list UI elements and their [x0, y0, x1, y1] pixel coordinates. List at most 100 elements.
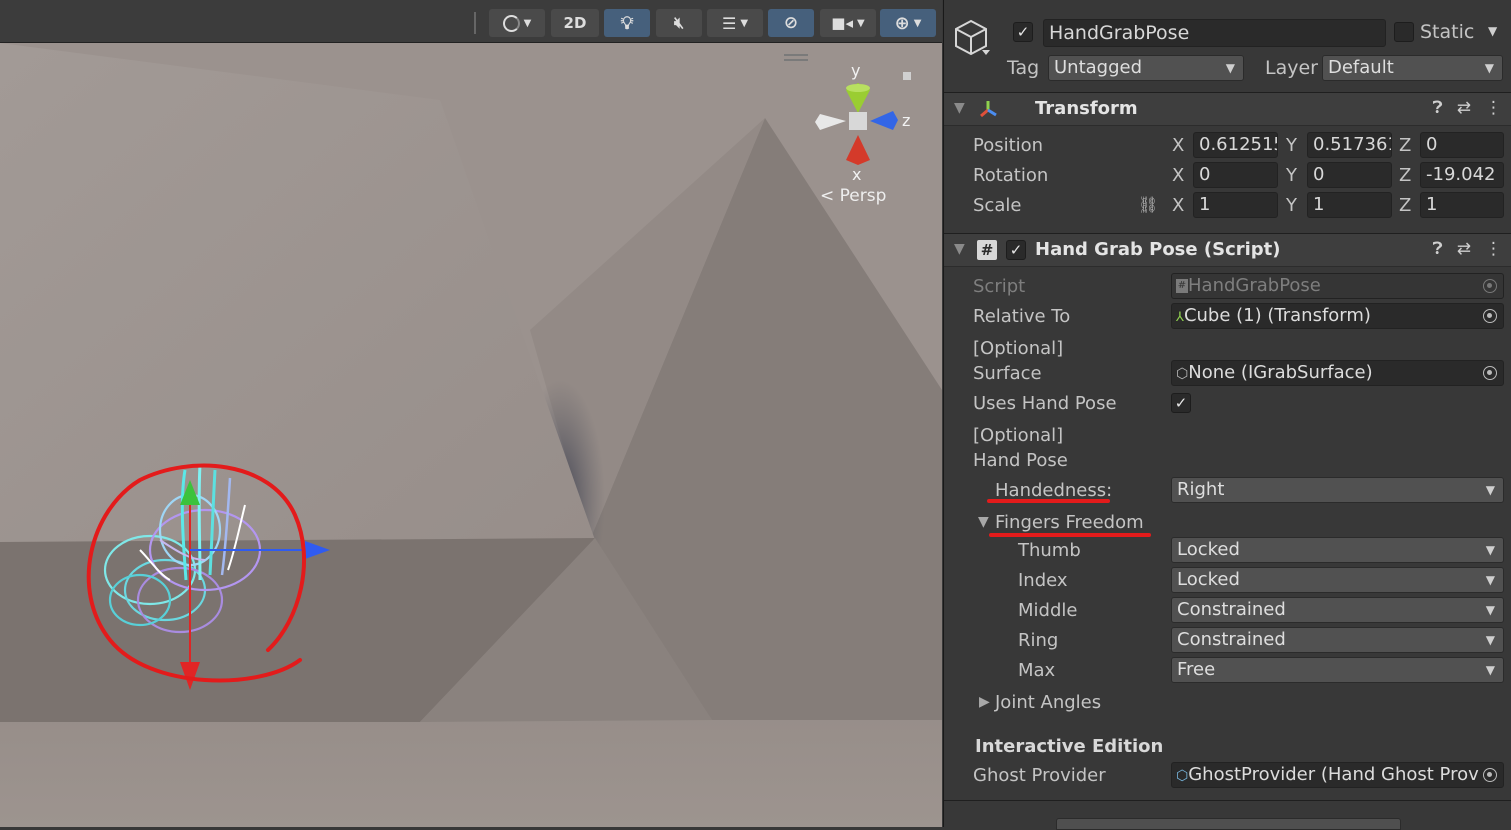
finger-index-label: Index	[1018, 570, 1068, 591]
gizmo-z-label: z	[902, 111, 910, 130]
gizmos-button[interactable]: ⊕ ▼	[880, 9, 936, 37]
static-label: Static	[1420, 21, 1475, 43]
chevron-down-icon: ▼	[1485, 573, 1495, 587]
rotation-z-field[interactable]: -19.042	[1420, 162, 1504, 188]
rotation-y-axis-label[interactable]: Y	[1286, 165, 1297, 186]
lighting-toggle-button[interactable]: 💡︎	[604, 9, 650, 37]
gizmo-center-cube[interactable]	[849, 112, 867, 130]
scene-canvas[interactable]: y z x	[0, 43, 942, 827]
add-component-button[interactable]	[1056, 818, 1401, 830]
help-icon[interactable]: ❓︎	[1433, 98, 1443, 118]
handedness-dropdown[interactable]: Right ▼	[1171, 477, 1504, 503]
perspective-label[interactable]: < Persp	[820, 186, 886, 206]
finger-ring-dropdown[interactable]: Constrained ▼	[1171, 627, 1504, 653]
scale-z-field[interactable]: 1	[1420, 192, 1504, 218]
effects-toggle-button[interactable]: ☰ ▼	[707, 9, 763, 37]
position-x-field[interactable]: 0.612515	[1193, 132, 1278, 158]
ghost-provider-asset-icon: ⬡	[1176, 768, 1189, 784]
scale-y-field[interactable]: 1	[1307, 192, 1392, 218]
fingers-freedom-label[interactable]: Fingers Freedom	[995, 512, 1144, 533]
layer-dropdown-value: Default	[1328, 57, 1394, 78]
finger-max-dropdown[interactable]: Free ▼	[1171, 657, 1504, 683]
joint-angles-fold-arrow-icon[interactable]: ▶	[979, 694, 990, 710]
scene-drag-handle[interactable]	[784, 54, 808, 56]
scale-x-field[interactable]: 1	[1193, 192, 1278, 218]
scale-label: Scale	[973, 195, 1022, 216]
object-picker-icon[interactable]	[1483, 309, 1497, 323]
scale-z-axis-label[interactable]: Z	[1399, 195, 1411, 216]
hand-grab-pose-header[interactable]: ▼ # ✓ Hand Grab Pose (Script) ❓︎ ⇄ ⋮	[944, 233, 1511, 267]
script-enabled-checkbox[interactable]: ✓	[1006, 240, 1026, 260]
optional-hand-pose-label-1: [Optional]	[973, 425, 1064, 446]
fold-arrow-icon[interactable]: ▼	[954, 241, 965, 257]
finger-thumb-label: Thumb	[1018, 540, 1081, 561]
static-checkbox[interactable]	[1394, 22, 1414, 42]
finger-max-value: Free	[1177, 659, 1216, 680]
ghost-provider-field[interactable]: ⬡GhostProvider (Hand Ghost Prov	[1171, 762, 1504, 788]
relative-to-field[interactable]: ⅄Cube (1) (Transform)	[1171, 303, 1504, 329]
rotation-x-axis-label[interactable]: X	[1172, 165, 1184, 186]
presets-icon[interactable]: ⇄	[1457, 239, 1471, 259]
interactive-edition-heading: Interactive Edition	[975, 736, 1164, 757]
gizmo-y-label: y	[851, 61, 860, 80]
position-z-axis-label[interactable]: Z	[1399, 135, 1411, 156]
chevron-down-icon: ▼	[857, 17, 865, 29]
more-options-icon[interactable]: ⋮	[1485, 98, 1502, 118]
interface-cube-icon: ⬡	[1176, 366, 1189, 382]
surface-field[interactable]: ⬡None (IGrabSurface)	[1171, 360, 1504, 386]
static-dropdown-arrow-icon[interactable]: ▼	[1488, 24, 1497, 38]
chevron-down-icon: ▼	[1485, 663, 1495, 677]
2d-toggle-button[interactable]: 2D	[551, 9, 599, 37]
help-icon[interactable]: ❓︎	[1433, 239, 1443, 259]
position-y-axis-label[interactable]: Y	[1286, 135, 1297, 156]
optional-surface-label-1: [Optional]	[973, 338, 1064, 359]
joint-angles-label[interactable]: Joint Angles	[995, 692, 1101, 713]
fingers-freedom-fold-arrow-icon[interactable]: ▼	[978, 514, 989, 530]
more-options-icon[interactable]: ⋮	[1485, 239, 1502, 259]
gameobject-cube-icon[interactable]	[954, 18, 990, 58]
position-z-field[interactable]: 0	[1420, 132, 1504, 158]
layer-dropdown[interactable]: Default ▼	[1322, 55, 1503, 81]
scale-x-axis-label[interactable]: X	[1172, 195, 1184, 216]
object-active-checkbox[interactable]: ✓	[1013, 22, 1033, 42]
finger-middle-label: Middle	[1018, 600, 1078, 621]
scene-visibility-button[interactable]: ⊘	[768, 9, 814, 37]
transform-small-icon: ⅄	[1176, 310, 1184, 325]
scene-view[interactable]: ▼ 2D 💡︎ 🔇︎ ☰ ▼ ⊘ ■◂ ▼ ⊕ ▼ y z x < Persp	[0, 0, 942, 827]
chevron-down-icon: ▼	[1225, 61, 1235, 75]
transform-title: Transform	[1035, 98, 1138, 119]
scene-toolbar: ▼ 2D 💡︎ 🔇︎ ☰ ▼ ⊘ ■◂ ▼ ⊕ ▼	[0, 0, 942, 43]
chevron-down-icon: ▼	[1485, 633, 1495, 647]
rotation-y-field[interactable]: 0	[1307, 162, 1392, 188]
camera-settings-button[interactable]: ■◂ ▼	[820, 9, 876, 37]
chevron-down-icon: ▼	[1485, 543, 1495, 557]
object-picker-icon[interactable]	[1483, 366, 1497, 380]
hidden-eye-icon: ⊘	[783, 13, 799, 33]
constrain-proportions-link-icon[interactable]: ⛓︎	[1138, 195, 1158, 214]
audio-toggle-button[interactable]: 🔇︎	[656, 9, 702, 37]
scale-y-axis-label[interactable]: Y	[1286, 195, 1297, 216]
script-hash-icon: #	[977, 240, 997, 260]
transform-header[interactable]: ▼ Transform ❓︎ ⇄ ⋮	[944, 92, 1511, 126]
finger-thumb-value: Locked	[1177, 539, 1240, 560]
relative-to-value: Cube (1) (Transform)	[1183, 305, 1371, 326]
object-picker-icon[interactable]	[1483, 768, 1497, 782]
uses-hand-pose-checkbox[interactable]: ✓	[1171, 393, 1191, 413]
tag-dropdown[interactable]: Untagged ▼	[1048, 55, 1244, 81]
finger-middle-dropdown[interactable]: Constrained ▼	[1171, 597, 1504, 623]
fold-arrow-icon[interactable]: ▼	[954, 100, 965, 116]
draw-mode-button[interactable]: ▼	[489, 9, 545, 37]
object-name-field[interactable]: HandGrabPose	[1043, 19, 1386, 47]
presets-icon[interactable]: ⇄	[1457, 98, 1471, 118]
rotation-z-axis-label[interactable]: Z	[1399, 165, 1411, 186]
gizmos-globe-icon: ⊕	[894, 12, 910, 34]
position-y-field[interactable]: 0.517361	[1307, 132, 1392, 158]
scene-drag-handle-line	[784, 59, 808, 61]
finger-index-dropdown[interactable]: Locked ▼	[1171, 567, 1504, 593]
script-object-value: HandGrabPose	[1188, 275, 1321, 296]
rotation-x-field[interactable]: 0	[1193, 162, 1278, 188]
finger-thumb-dropdown[interactable]: Locked ▼	[1171, 537, 1504, 563]
gizmo-y-cap	[846, 84, 870, 92]
gizmo-lock-icon[interactable]	[903, 72, 911, 80]
position-x-axis-label[interactable]: X	[1172, 135, 1184, 156]
